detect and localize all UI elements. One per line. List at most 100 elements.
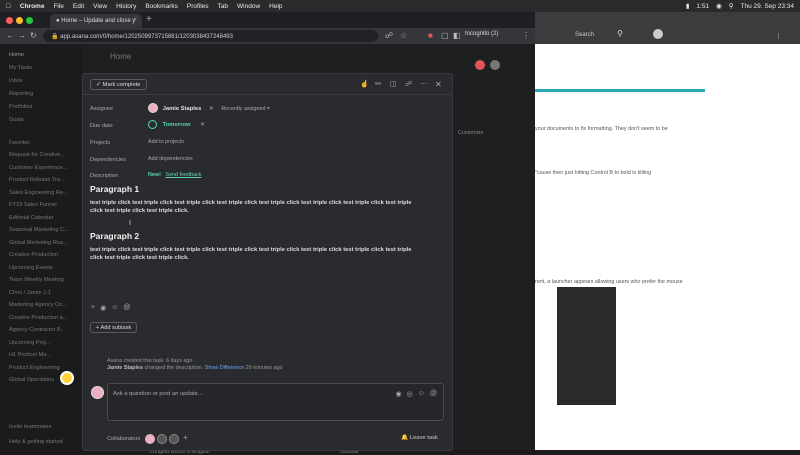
assignee-field[interactable]: Jamie Staples ✕ Recently assigned ▾ — [148, 103, 270, 113]
menu-view[interactable]: View — [93, 3, 107, 10]
search-icon[interactable]: ⚲ — [729, 2, 734, 10]
avatar[interactable] — [157, 434, 167, 444]
avatar[interactable] — [169, 434, 179, 444]
menu-chrome[interactable]: Chrome — [20, 3, 45, 10]
mention-icon[interactable]: ◉ — [100, 304, 106, 312]
sidebar-item-reporting[interactable]: Reporting — [9, 91, 33, 97]
avatar[interactable] — [490, 60, 500, 70]
sidebar-item-project[interactable]: Agency Contractor B... — [9, 327, 65, 333]
menu-bookmarks[interactable]: Bookmarks — [145, 3, 178, 10]
share-icon[interactable]: ☍ — [385, 31, 393, 40]
comment-input[interactable]: Ask a question or post an update... ◉ ◎ … — [107, 383, 444, 421]
sidebar-item-project[interactable]: Team Weekly Meeting — [9, 277, 64, 283]
sidebar-item-project[interactable]: Product Release Tra... — [9, 177, 65, 183]
sidebar-item-project[interactable]: Global Marketing Roa... — [9, 240, 68, 246]
sidebar-item-project[interactable]: Customer Experience... — [9, 165, 67, 171]
sidebar-item-inbox[interactable]: Inbox — [9, 78, 23, 84]
menu-history[interactable]: History — [116, 3, 136, 10]
forward-icon[interactable]: → — [18, 31, 26, 40]
add-dependencies-button[interactable]: Add dependencies — [148, 156, 193, 162]
sidebar-item-project[interactable]: Product Engineering — [9, 365, 60, 371]
leave-task-button[interactable]: 🔔 Leave task — [401, 435, 438, 441]
sidebar-item-project[interactable]: Creative Production a... — [9, 315, 67, 321]
avatar[interactable] — [145, 434, 155, 444]
invite-teammates-button[interactable]: Invite teammates — [9, 424, 52, 430]
sidebar-item-home[interactable]: Home — [9, 52, 24, 58]
menu-edit[interactable]: Edit — [73, 3, 84, 10]
browser-tab[interactable]: ● Home – Update and close y × — [50, 14, 142, 28]
sidebar-item-project[interactable]: Sales Engineering Re... — [9, 190, 68, 196]
background-browser-window: Search ⚲ ⋮ your documents to fix formatt… — [535, 12, 800, 450]
mention-icon[interactable]: ◎ — [407, 390, 413, 398]
sidebar-item-goals[interactable]: Goals — [9, 117, 24, 123]
search-icon[interactable]: ⚲ — [617, 29, 623, 38]
battery-icon[interactable]: ▮ — [686, 2, 690, 10]
background-text: "cause then just hitting Control B to bo… — [535, 170, 652, 176]
sidebar-item-my-tasks[interactable]: My Tasks — [9, 65, 32, 71]
close-icon[interactable]: ✕ — [435, 80, 442, 89]
sidebar-item-project[interactable]: Upcoming Proj... — [9, 340, 50, 346]
sidebar-item-project[interactable]: Request for Creative... — [9, 152, 65, 158]
activity-text: changed the description. — [144, 365, 204, 372]
due-date-field[interactable]: Tomorrow ✕ — [148, 120, 205, 129]
chat-help-icon[interactable] — [60, 371, 74, 385]
at-icon[interactable]: @ — [123, 304, 130, 312]
show-difference-link[interactable]: Show Difference — [205, 365, 244, 371]
close-window-icon[interactable] — [6, 17, 13, 24]
sidebar-item-project[interactable]: Creative Production — [9, 252, 58, 258]
back-icon[interactable]: ← — [6, 31, 14, 40]
menu-window[interactable]: Window — [237, 3, 260, 10]
apple-icon[interactable]:  — [6, 3, 11, 10]
emoji-icon[interactable]: ☺ — [111, 304, 118, 312]
menu-help[interactable]: Help — [269, 3, 282, 10]
sidebar-item-project[interactable]: Chris / Jamie 1:1 — [9, 290, 51, 296]
sidebar-item-project[interactable]: Global Operations — [9, 377, 54, 383]
extension-icon[interactable]: ■ — [428, 31, 433, 40]
sidebar-item-project[interactable]: Marketing Agency Co... — [9, 302, 67, 308]
more-options-icon[interactable]: ⋯ — [420, 80, 427, 88]
record-icon[interactable]: ◉ — [396, 390, 402, 398]
menu-profiles[interactable]: Profiles — [187, 3, 209, 10]
reload-icon[interactable]: ↻ — [30, 31, 37, 40]
avatar[interactable] — [653, 29, 663, 39]
attachment-icon[interactable]: ⚯ — [375, 80, 381, 88]
help-button[interactable]: Help & getting started — [9, 439, 63, 445]
incognito-badge[interactable]: Incognito (2) — [465, 31, 498, 37]
wifi-icon[interactable]: ◉ — [716, 2, 722, 10]
sidebar-item-project[interactable]: Seasonal Marketing C... — [9, 227, 69, 233]
at-icon[interactable]: @ — [430, 390, 437, 398]
close-tab-icon[interactable]: × — [133, 17, 137, 23]
bookmark-star-icon[interactable]: ☆ — [400, 31, 407, 40]
add-subtask-button[interactable]: + Add subtask — [90, 322, 138, 333]
add-icon[interactable]: + — [91, 304, 95, 312]
menu-tab[interactable]: Tab — [218, 3, 228, 10]
sidepanel-icon[interactable]: ◧ — [453, 31, 461, 40]
subtask-icon[interactable]: ◫ — [390, 80, 397, 88]
add-collaborator-icon[interactable]: + — [183, 433, 188, 442]
sidebar-item-portfolios[interactable]: Portfolios — [9, 104, 32, 110]
more-menu-icon[interactable]: ⋮ — [775, 32, 782, 40]
send-feedback-link[interactable]: Send feedback — [165, 172, 201, 178]
due-date-value: Tomorrow — [162, 122, 191, 129]
emoji-icon[interactable]: ☺ — [418, 390, 425, 398]
sidebar-item-project[interactable]: Editorial Calendar — [9, 215, 53, 221]
more-menu-icon[interactable]: ⋮ — [522, 31, 530, 40]
customize-button[interactable]: Customize — [458, 130, 483, 136]
sidebar-item-project[interactable]: Upcoming Events — [9, 265, 53, 271]
avatar[interactable] — [475, 60, 485, 70]
sidebar-item-project[interactable]: FY23 Sales Funnel — [9, 202, 57, 208]
address-bar[interactable]: 🔒 app.asana.com/0/home/1202509973715881/… — [43, 30, 378, 42]
mark-complete-button[interactable]: ✓ Mark complete — [90, 79, 147, 90]
minimize-window-icon[interactable] — [16, 17, 23, 24]
link-icon[interactable]: ☍ — [405, 80, 412, 88]
remove-assignee-icon[interactable]: ✕ — [209, 106, 214, 112]
add-to-projects-button[interactable]: Add to projects — [148, 139, 184, 145]
clear-due-date-icon[interactable]: ✕ — [200, 122, 205, 128]
menu-file[interactable]: File — [53, 3, 63, 10]
like-icon[interactable]: ☝ — [360, 80, 369, 88]
new-tab-icon[interactable]: + — [146, 14, 152, 25]
zoom-window-icon[interactable] — [26, 17, 33, 24]
recently-assigned-dropdown[interactable]: Recently assigned — [221, 106, 265, 112]
extension-icon[interactable]: ▢ — [441, 31, 449, 40]
sidebar-item-project[interactable]: H1 Product Ma... — [9, 352, 51, 358]
